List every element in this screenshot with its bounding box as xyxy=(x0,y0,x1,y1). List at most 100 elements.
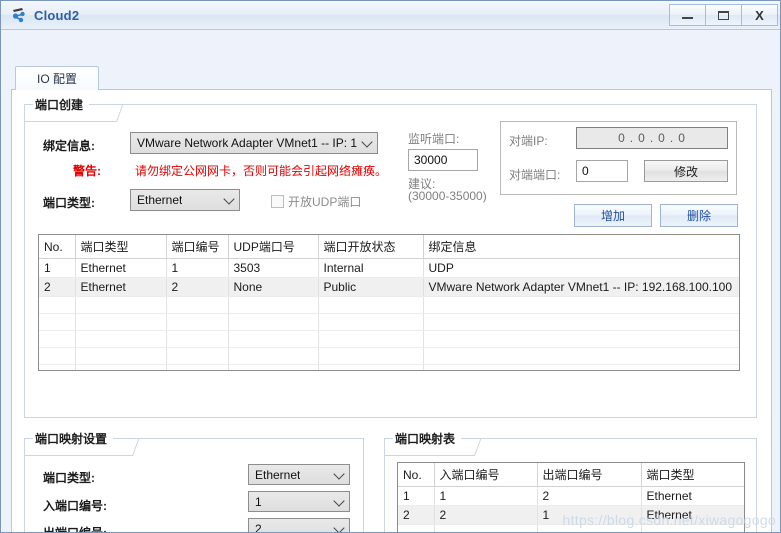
cell-no: 1 xyxy=(398,486,435,506)
minimize-icon xyxy=(682,17,693,19)
close-button[interactable]: X xyxy=(741,4,778,26)
mapping-in-port-label: 入端口编号: xyxy=(43,499,107,513)
cell-type: Ethernet xyxy=(641,505,744,525)
peer-ip-octet-4: 0 xyxy=(678,131,686,145)
table-row[interactable]: 1 1 2 Ethernet xyxy=(398,486,744,506)
peer-ip-label: 对端IP: xyxy=(509,134,548,148)
open-udp-port-checkbox[interactable]: 开放UDP端口 xyxy=(271,193,361,210)
title-bar: Cloud2 X xyxy=(1,1,780,30)
binding-info-select[interactable]: VMware Network Adapter VMnet1 -- IP: 192… xyxy=(130,132,378,154)
mapping-table-header-out: 出端口编号 xyxy=(537,463,642,487)
app-window: Cloud2 X IO 配置 端口创建 绑定信息: VMware Network… xyxy=(0,0,781,533)
port-table-header-udp: UDP端口号 xyxy=(228,235,319,259)
open-udp-port-label: 开放UDP端口 xyxy=(288,195,362,209)
table-row-empty[interactable] xyxy=(39,296,739,314)
cell-udp: None xyxy=(228,277,319,297)
cell-no: 2 xyxy=(398,505,435,525)
port-type-label: 端口类型: xyxy=(43,196,95,210)
mapping-table-header-no: No. xyxy=(398,463,435,487)
cell-out: 1 xyxy=(537,505,642,525)
ip-dot-1: . xyxy=(629,131,635,145)
table-row[interactable]: 2 2 1 Ethernet xyxy=(398,505,744,525)
table-row-empty[interactable] xyxy=(398,524,744,532)
table-row-empty[interactable] xyxy=(39,313,739,331)
cell-number: 1 xyxy=(166,258,229,278)
port-table[interactable]: No. 端口类型 端口编号 UDP端口号 端口开放状态 绑定信息 1 Ether… xyxy=(38,234,740,371)
port-table-header-state: 端口开放状态 xyxy=(318,235,424,259)
listen-port-label: 监听端口: xyxy=(408,132,460,146)
binding-info-label: 绑定信息: xyxy=(43,139,95,153)
add-port-button-label: 增加 xyxy=(600,209,625,223)
cell-in: 2 xyxy=(434,505,538,525)
chevron-down-icon xyxy=(333,521,345,532)
window-controls: X xyxy=(669,4,778,26)
cell-type: Ethernet xyxy=(75,277,167,297)
peer-ip-input[interactable]: 0 . 0 . 0 . 0 xyxy=(576,127,728,149)
peer-ip-octet-1: 0 xyxy=(618,131,626,145)
port-type-value: Ethernet xyxy=(137,193,183,207)
cell-number: 2 xyxy=(166,277,229,297)
mapping-port-type-label: 端口类型: xyxy=(43,471,95,485)
listen-port-input[interactable]: 30000 xyxy=(408,149,478,171)
ip-dot-2: . xyxy=(649,131,655,145)
table-row-empty[interactable] xyxy=(39,364,739,370)
group-port-create: 端口创建 绑定信息: VMware Network Adapter VMnet1… xyxy=(24,96,757,418)
cell-no: 1 xyxy=(39,258,76,278)
mapping-in-port-value: 1 xyxy=(255,494,262,509)
port-type-select[interactable]: Ethernet xyxy=(130,189,240,211)
mapping-table-header-row: No. 入端口编号 出端口编号 端口类型 xyxy=(398,463,744,487)
maximize-button[interactable] xyxy=(705,4,742,26)
table-row-empty[interactable] xyxy=(39,330,739,348)
mapping-table-header-type: 端口类型 xyxy=(641,463,744,487)
peer-port-input[interactable]: 0 xyxy=(576,160,628,182)
ip-dot-3: . xyxy=(669,131,675,145)
delete-port-button[interactable]: 删除 xyxy=(660,204,738,227)
tab-strip: IO 配置 xyxy=(15,66,99,90)
table-row[interactable]: 1 Ethernet 1 3503 Internal UDP xyxy=(39,258,739,278)
group-port-create-title: 端口创建 xyxy=(33,96,90,113)
peer-ip-octet-2: 0 xyxy=(638,131,646,145)
chevron-down-icon xyxy=(223,193,235,205)
port-table-header-row: No. 端口类型 端口编号 UDP端口号 端口开放状态 绑定信息 xyxy=(39,235,739,259)
mapping-port-type-value: Ethernet xyxy=(255,467,301,482)
add-port-button[interactable]: 增加 xyxy=(574,204,652,227)
port-table-header-number: 端口编号 xyxy=(166,235,229,259)
maximize-icon xyxy=(718,10,729,20)
tab-io-config-label: IO 配置 xyxy=(36,72,77,86)
close-icon: X xyxy=(755,7,764,23)
tab-io-config[interactable]: IO 配置 xyxy=(15,66,99,90)
cell-no: 2 xyxy=(39,277,76,297)
modify-button-label: 修改 xyxy=(673,164,698,179)
port-table-header-binding: 绑定信息 xyxy=(423,235,739,259)
checkbox-box-icon xyxy=(271,195,284,208)
client-area: IO 配置 端口创建 绑定信息: VMware Network Adapter … xyxy=(1,30,780,533)
mapping-port-type-select[interactable]: Ethernet xyxy=(248,464,350,485)
window-title: Cloud2 xyxy=(34,7,80,23)
cell-binding: VMware Network Adapter VMnet1 -- IP: 192… xyxy=(423,277,739,297)
mapping-out-port-value: 2 xyxy=(255,521,262,533)
minimize-button[interactable] xyxy=(669,4,706,26)
tab-page-io-config: 端口创建 绑定信息: VMware Network Adapter VMnet1… xyxy=(11,89,772,533)
port-table-header-type: 端口类型 xyxy=(75,235,167,259)
group-mapping-settings-title: 端口映射设置 xyxy=(33,430,114,447)
mapping-out-port-select[interactable]: 2 xyxy=(248,518,350,533)
cell-type: Ethernet xyxy=(641,486,744,506)
group-mapping-table: 端口映射表 No. 入端口编号 出端口编号 端口类型 1 1 2 Etherne… xyxy=(384,430,757,532)
chevron-down-icon xyxy=(361,136,373,148)
port-table-header-no: No. xyxy=(39,235,76,259)
cell-type: Ethernet xyxy=(75,258,167,278)
mapping-out-port-label: 出端口编号: xyxy=(43,526,107,533)
table-row-empty[interactable] xyxy=(39,347,739,365)
cell-udp: 3503 xyxy=(228,258,319,278)
table-row[interactable]: 2 Ethernet 2 None Public VMware Network … xyxy=(39,277,739,297)
cloud-network-icon xyxy=(10,6,28,24)
modify-button[interactable]: 修改 xyxy=(644,160,728,182)
suggest-range: (30000-35000) xyxy=(408,189,487,203)
group-mapping-table-title: 端口映射表 xyxy=(393,430,462,447)
cell-out: 2 xyxy=(537,486,642,506)
mapping-table-header-in: 入端口编号 xyxy=(434,463,538,487)
mapping-in-port-select[interactable]: 1 xyxy=(248,491,350,512)
mapping-table[interactable]: No. 入端口编号 出端口编号 端口类型 1 1 2 Ethernet 2 2 … xyxy=(397,462,745,532)
cell-in: 1 xyxy=(434,486,538,506)
group-mapping-settings: 端口映射设置 端口类型: Ethernet 入端口编号: 1 出端口编号: 2 xyxy=(24,430,364,533)
